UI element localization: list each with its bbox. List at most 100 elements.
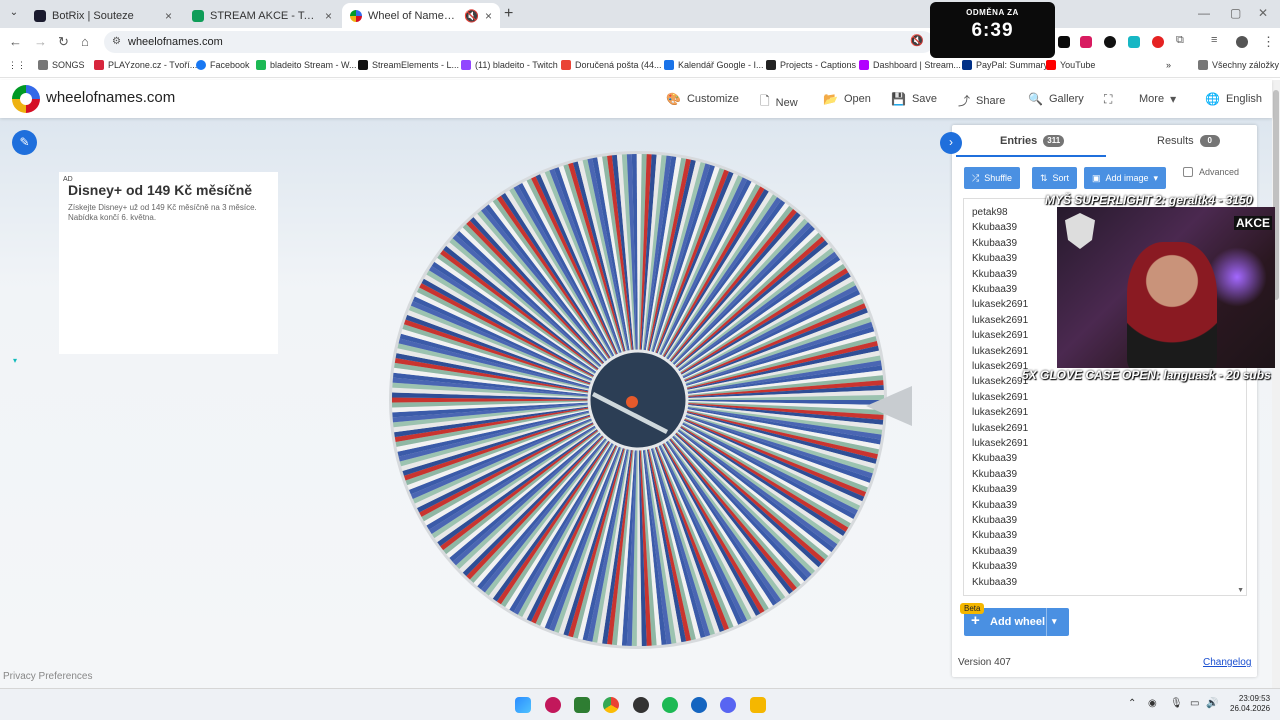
apps-icon[interactable]: ⋮⋮: [8, 60, 26, 71]
bookmark-label: Facebook: [210, 60, 250, 70]
app-icon[interactable]: [691, 697, 707, 713]
bookmark-dashboard[interactable]: Dashboard | Stream...: [859, 60, 961, 70]
edit-pencil-icon[interactable]: ✎: [12, 130, 37, 155]
windows-start-icon[interactable]: [515, 697, 531, 713]
save-button[interactable]: 💾 Save: [891, 92, 937, 106]
add-image-button[interactable]: ▣ Add image ▾: [1084, 167, 1167, 189]
ad-panel[interactable]: AD Disney+ od 149 Kč měsíčně Získejte Di…: [59, 172, 278, 354]
home-icon[interactable]: ⌂: [81, 34, 89, 49]
more-bookmarks-icon[interactable]: »: [1166, 60, 1171, 70]
microphone-icon[interactable]: 🎙: [1170, 698, 1183, 709]
bookmark-paypal[interactable]: PayPal: Summary: [962, 60, 1048, 70]
maximize-icon[interactable]: ▢: [1230, 6, 1241, 20]
tray-chevron-icon[interactable]: ⌃: [1128, 698, 1136, 709]
chevron-down-icon[interactable]: ▾: [1052, 616, 1057, 627]
volume-icon[interactable]: 🔊: [1206, 698, 1218, 709]
close-icon[interactable]: ×: [165, 9, 172, 23]
button-label: Sort: [1052, 173, 1070, 183]
site-name[interactable]: wheelofnames.com: [46, 89, 175, 106]
tab-results[interactable]: Results 0: [1157, 135, 1220, 147]
wheel-graphic[interactable]: [388, 150, 888, 650]
forward-icon[interactable]: →: [34, 34, 47, 49]
extension-icon[interactable]: [1058, 36, 1070, 48]
bookmark-youtube[interactable]: YouTube: [1046, 60, 1095, 70]
bookmark-facebook[interactable]: Facebook: [196, 60, 250, 70]
ad-title[interactable]: Disney+ od 149 Kč měsíčně: [68, 182, 252, 198]
bookmark-captions[interactable]: Projects - Captions: [766, 60, 856, 70]
advanced-checkbox[interactable]: [1183, 167, 1193, 177]
reading-list-icon[interactable]: ≡: [1211, 34, 1217, 46]
network-icon[interactable]: ▭: [1190, 698, 1199, 709]
open-button[interactable]: 📂 Open: [823, 92, 871, 106]
menu-label: Share: [976, 94, 1006, 107]
ad-choices-icon[interactable]: ▾: [13, 356, 17, 365]
url-field[interactable]: ⚙ wheelofnames.com: [104, 31, 934, 53]
bookmark-gmail[interactable]: Doručená pošta (44...: [561, 60, 662, 70]
bookmark-calendar[interactable]: Kalendář Google - I...: [664, 60, 764, 70]
palette-icon: 🎨: [666, 92, 681, 106]
app-icon[interactable]: [750, 697, 766, 713]
bookmark-songs[interactable]: SONGS: [38, 60, 85, 70]
customize-button[interactable]: 🎨 Customize: [666, 92, 739, 106]
shuffle-button[interactable]: ⤮ Shuffle: [964, 167, 1021, 189]
back-icon[interactable]: ←: [9, 34, 22, 49]
changelog-link[interactable]: Changelog: [1203, 657, 1251, 668]
close-window-icon[interactable]: ✕: [1258, 6, 1268, 20]
discord-icon[interactable]: [720, 697, 736, 713]
chrome-icon[interactable]: [603, 697, 619, 713]
fullscreen-button[interactable]: ⛶: [1104, 92, 1112, 107]
tab-botrix[interactable]: BotRix | Souteze ×: [26, 3, 180, 28]
reward-timer: ODMĚNA ZA 6:39: [930, 2, 1055, 58]
wheel-logo-icon[interactable]: [12, 85, 40, 113]
muted-tab-icon[interactable]: 🔇: [910, 34, 924, 47]
bookmark-streamelements[interactable]: StreamElements - L...: [358, 60, 459, 70]
browser-menu-icon[interactable]: ⋮: [1262, 34, 1275, 50]
new-tab-button[interactable]: +: [504, 5, 513, 23]
bookmark-label: Doručená pošta (44...: [575, 60, 662, 70]
bookmark-label: bladeito Stream - W...: [270, 60, 357, 70]
language-button[interactable]: 🌐 English: [1205, 92, 1262, 106]
new-button[interactable]: 🗋 New: [760, 92, 798, 113]
close-icon[interactable]: ×: [485, 9, 492, 23]
system-clock[interactable]: 23:09:53 26.04.2026: [1230, 694, 1270, 714]
share-button[interactable]: ⤴ Share: [958, 92, 1005, 109]
chevron-down-icon: ▾: [1170, 92, 1177, 106]
spotify-icon[interactable]: [662, 697, 678, 713]
scroll-down-icon[interactable]: ▼: [1237, 587, 1244, 594]
extension-icon[interactable]: [1104, 36, 1116, 48]
akce-tag: AKCE: [1233, 216, 1272, 230]
xbox-icon[interactable]: [574, 697, 590, 713]
collapse-panel-icon[interactable]: ›: [940, 132, 962, 154]
profile-avatar-icon[interactable]: [1236, 36, 1248, 48]
tab-wheel-of-names[interactable]: Wheel of Names | Random 🔇 ×: [342, 3, 500, 28]
obs-icon[interactable]: [633, 697, 649, 713]
advanced-toggle[interactable]: Advanced: [1183, 167, 1239, 177]
close-icon[interactable]: ×: [325, 9, 332, 23]
privacy-preferences-link[interactable]: Privacy Preferences: [3, 671, 92, 682]
shuffle-icon: ⤮: [972, 172, 980, 183]
sort-button[interactable]: ⇅ Sort: [1032, 167, 1078, 189]
mute-icon[interactable]: 🔇: [464, 9, 479, 23]
tab-entries[interactable]: Entries 311: [1000, 135, 1065, 147]
tab-search-icon[interactable]: ⌄: [6, 5, 22, 21]
tab-stream-akce[interactable]: STREAM AKCE - Tabulky Google ×: [184, 3, 340, 28]
extension-icon[interactable]: [1080, 36, 1092, 48]
bookmark-twitch[interactable]: (11) bladeito - Twitch: [461, 60, 558, 70]
bookmark-bladeito-stream[interactable]: bladeito Stream - W...: [256, 60, 357, 70]
all-bookmarks[interactable]: Všechny záložky: [1198, 60, 1279, 70]
bookmark-label: YouTube: [1060, 60, 1096, 70]
wheel[interactable]: [388, 150, 888, 650]
more-button[interactable]: More ▾: [1139, 92, 1176, 106]
page-scrollbar[interactable]: [1272, 80, 1280, 688]
bookmark-playzone[interactable]: PLAYzone.cz - Tvoří...: [94, 60, 197, 70]
save-icon: 💾: [891, 92, 906, 106]
reload-icon[interactable]: ↻: [58, 34, 69, 50]
extension-icon[interactable]: [1128, 36, 1140, 48]
extension-icon[interactable]: [1152, 36, 1164, 48]
steam-icon[interactable]: ◉: [1148, 698, 1157, 709]
site-info-icon[interactable]: ⚙: [112, 31, 121, 53]
minimize-icon[interactable]: —: [1198, 6, 1210, 20]
extensions-icon[interactable]: ⧉: [1176, 34, 1184, 47]
gallery-button[interactable]: 🔍 Gallery: [1028, 92, 1084, 106]
app-icon[interactable]: [545, 697, 561, 713]
